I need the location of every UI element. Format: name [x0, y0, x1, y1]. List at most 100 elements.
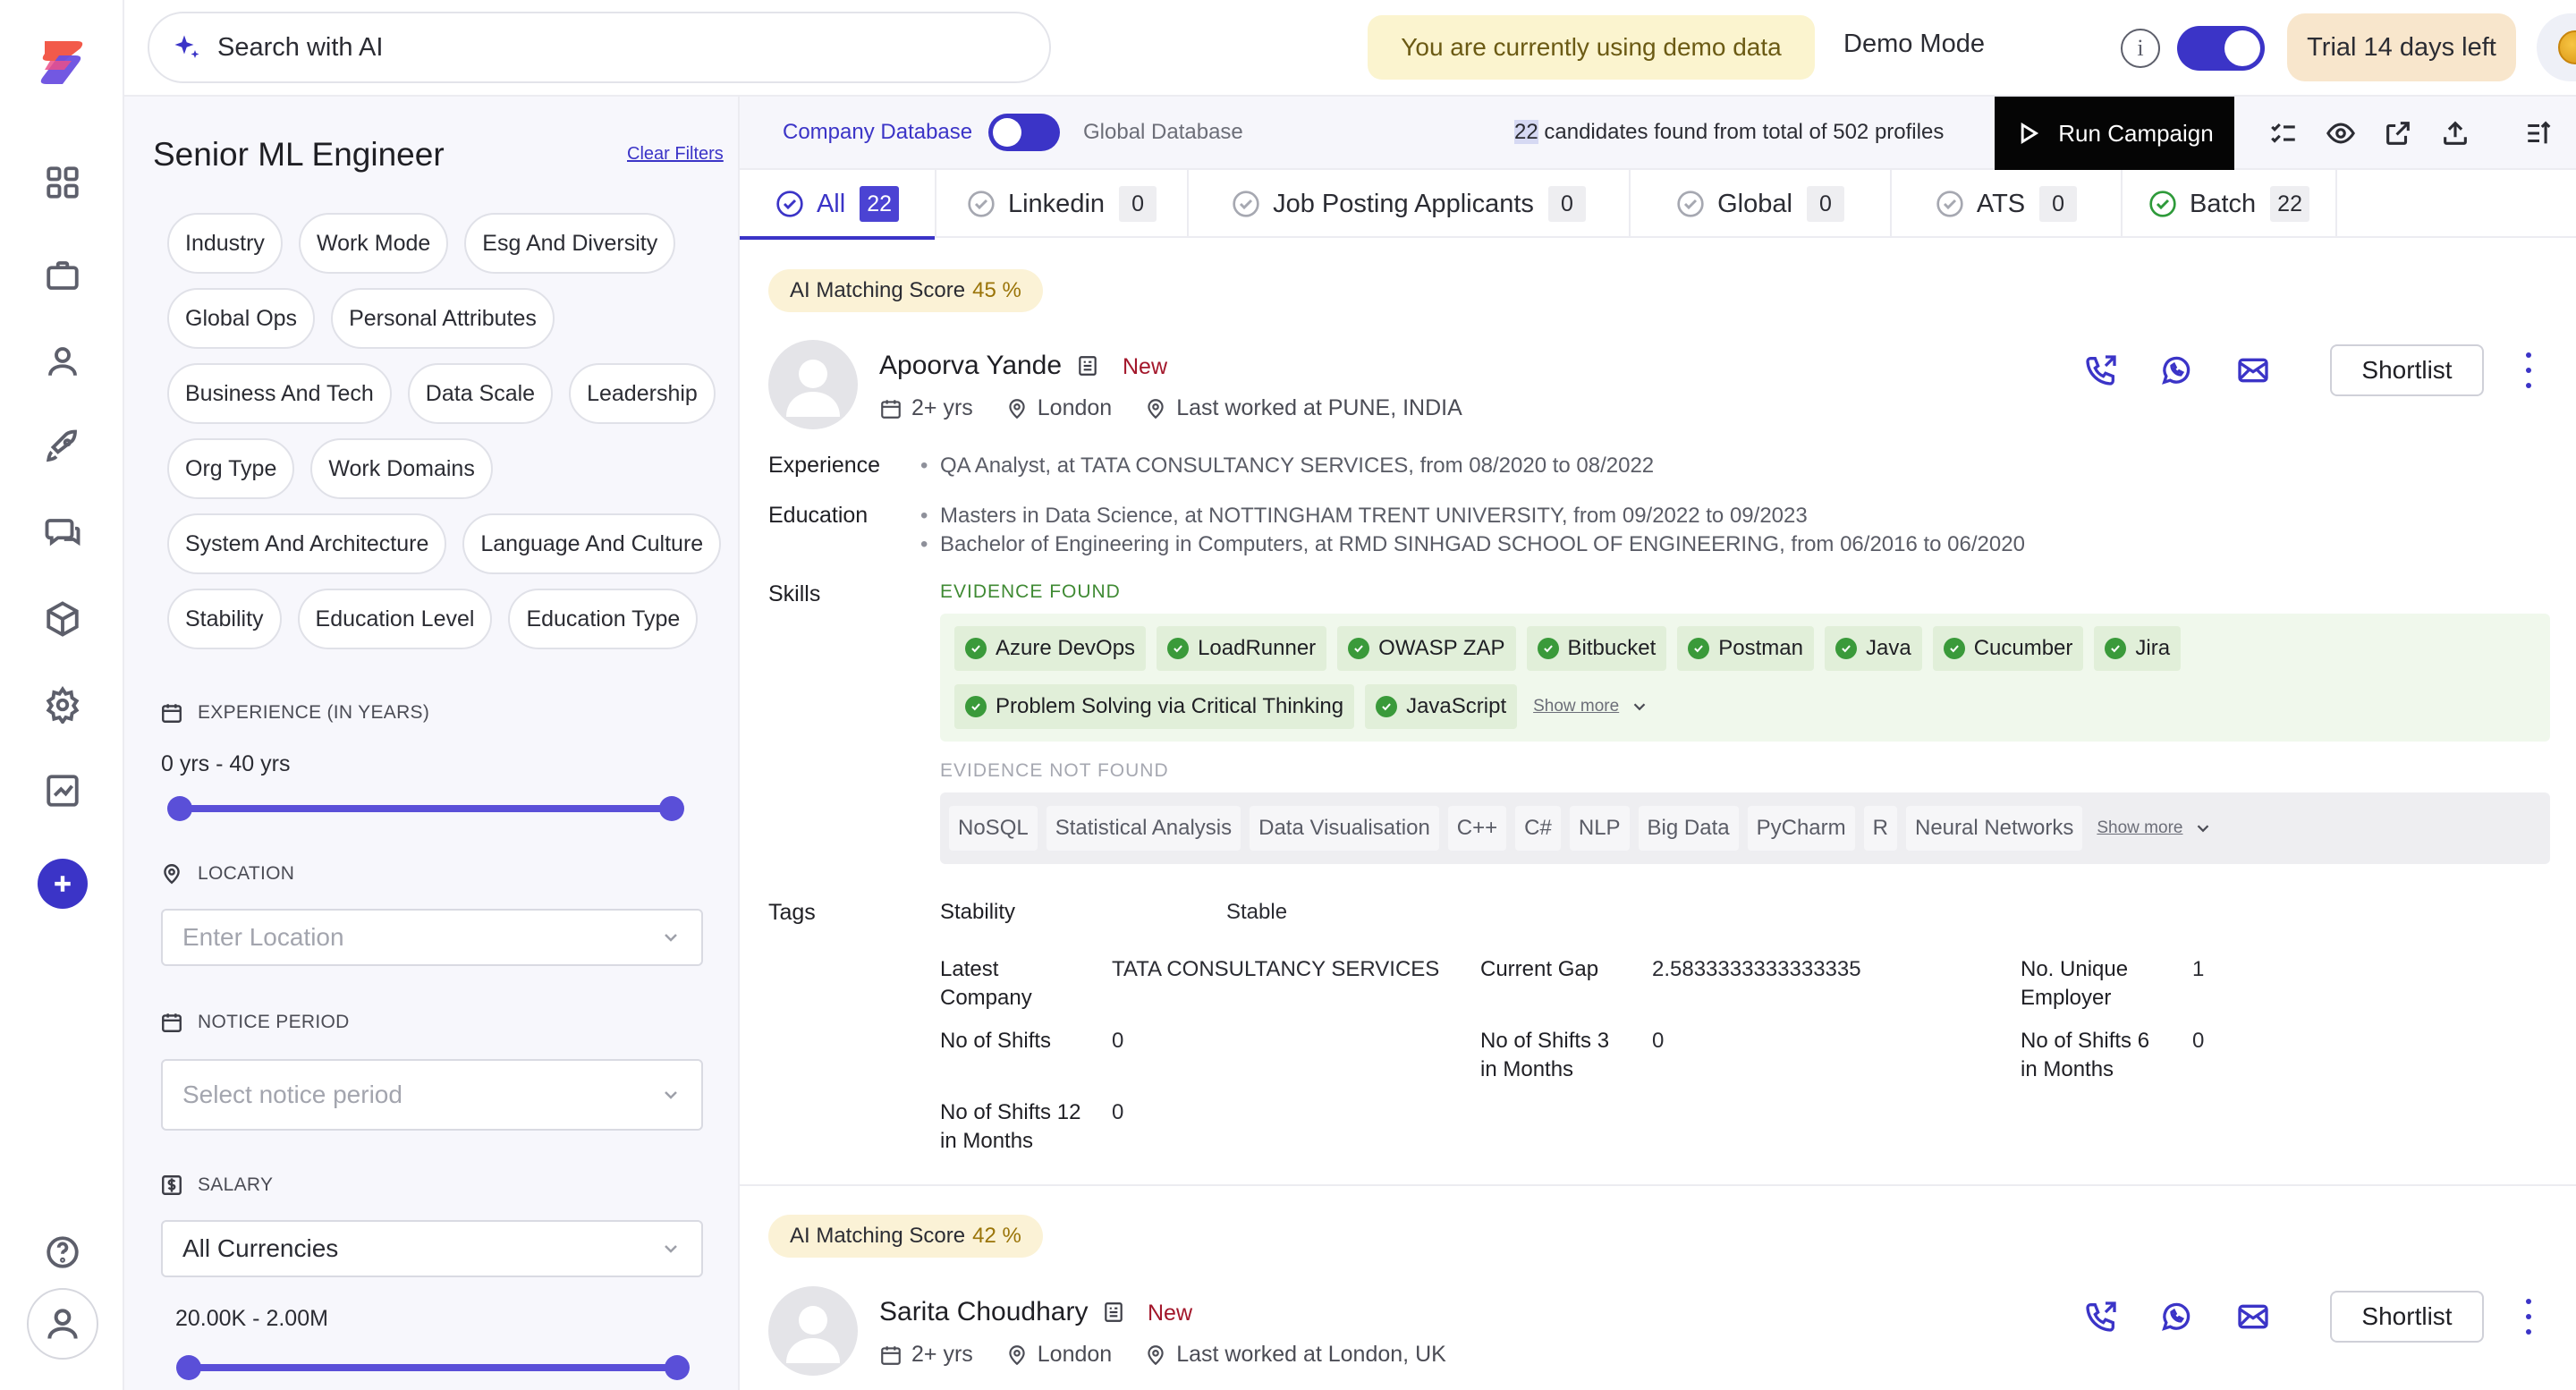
evidence-not-found-heading: EVIDENCE NOT FOUND: [940, 760, 1169, 781]
filter-chip[interactable]: Education Type: [508, 589, 699, 649]
show-more-not-found-link[interactable]: Show more: [2091, 818, 2213, 838]
experience-max-handle[interactable]: [659, 796, 684, 821]
location-pin-icon: [1009, 398, 1025, 419]
sort-icon[interactable]: [2521, 115, 2557, 151]
app-logo[interactable]: [32, 36, 91, 89]
chevron-down-icon: [665, 1091, 677, 1099]
filter-chip[interactable]: Data Scale: [407, 363, 554, 424]
filter-chip[interactable]: Esg And Diversity: [464, 213, 676, 274]
tab-ats[interactable]: ATS 0: [1892, 170, 2123, 238]
filter-chip[interactable]: Business And Tech: [167, 363, 392, 424]
tag-shifts6-value: 0: [2192, 1029, 2205, 1053]
filters-panel: Senior ML Engineer Clear Filters Industr…: [124, 97, 740, 1390]
check-icon: [1835, 638, 1857, 659]
filter-chip[interactable]: Industry: [167, 213, 283, 274]
filter-chip[interactable]: System And Architecture: [167, 513, 447, 574]
filter-chip[interactable]: Global Ops: [167, 288, 316, 349]
more-options-icon[interactable]: [2520, 352, 2538, 388]
notice-period-select[interactable]: Select notice period: [161, 1059, 703, 1131]
user-icon[interactable]: [39, 338, 86, 385]
call-icon[interactable]: [2081, 351, 2121, 390]
shortlist-button[interactable]: Shortlist: [2330, 344, 2484, 396]
skill-not-found-chip: R: [1863, 806, 1897, 851]
gear-icon[interactable]: [39, 682, 86, 728]
filter-chip[interactable]: Work Mode: [298, 213, 449, 274]
job-title: Senior ML Engineer: [153, 136, 445, 173]
chevron-down-icon: [2198, 825, 2209, 833]
skill-found-chip: LoadRunner: [1157, 626, 1327, 671]
trial-badge[interactable]: Trial 14 days left: [2287, 13, 2516, 81]
tab-job-posting-applicants[interactable]: Job Posting Applicants 0: [1189, 170, 1631, 238]
info-icon[interactable]: i: [2121, 29, 2160, 68]
email-icon[interactable]: [2233, 1297, 2273, 1336]
candidate-meta: 2+ yrs London Last worked at London, UK: [879, 1342, 1479, 1368]
external-link-icon[interactable]: [2380, 115, 2416, 151]
checklist-icon[interactable]: [2266, 115, 2301, 151]
calendar-icon: [162, 704, 182, 723]
tag-current-gap-value: 2.5833333333333335: [1652, 957, 1861, 981]
filter-chip[interactable]: Work Domains: [310, 438, 493, 499]
experience-min-handle[interactable]: [167, 796, 192, 821]
filter-chip[interactable]: Org Type: [167, 438, 295, 499]
location-select[interactable]: Enter Location: [161, 909, 703, 966]
profile-avatar[interactable]: [27, 1288, 98, 1360]
demo-mode-toggle[interactable]: [2177, 26, 2265, 71]
show-more-found-link[interactable]: Show more: [1528, 684, 1649, 729]
chat-icon[interactable]: [39, 510, 86, 556]
resume-icon[interactable]: [1076, 354, 1099, 377]
tag-unique-employer-key: No. Unique Employer: [2021, 957, 2129, 1010]
filter-chip[interactable]: Language And Culture: [462, 513, 722, 574]
clear-filters-link[interactable]: Clear Filters: [627, 144, 724, 165]
education-item: Masters in Data Science, at NOTTINGHAM T…: [920, 504, 1808, 529]
filter-chip[interactable]: Personal Attributes: [331, 288, 555, 349]
ai-matching-score: AI Matching Score 42 %: [768, 1215, 1043, 1258]
resume-icon[interactable]: [1102, 1301, 1125, 1324]
candidate-name[interactable]: Sarita Choudhary: [879, 1297, 1125, 1327]
experience-slider[interactable]: [167, 796, 684, 821]
filter-chip[interactable]: Stability: [167, 589, 282, 649]
filter-chip[interactable]: Education Level: [297, 589, 493, 649]
analytics-icon[interactable]: [39, 767, 86, 814]
location-pin-icon: [1148, 1344, 1164, 1365]
cube-icon[interactable]: [39, 596, 86, 642]
skill-not-found-chip: C++: [1447, 806, 1507, 851]
whatsapp-icon[interactable]: [2157, 351, 2196, 390]
briefcase-icon[interactable]: [39, 252, 86, 299]
whatsapp-icon[interactable]: [2157, 1297, 2196, 1336]
run-campaign-button[interactable]: Run Campaign: [1995, 97, 2234, 170]
credits-badge[interactable]: 100: [2537, 13, 2576, 81]
help-icon[interactable]: [39, 1229, 86, 1276]
company-database-label[interactable]: Company Database: [783, 120, 972, 145]
skill-found-chip: Azure DevOps: [954, 626, 1147, 671]
salary-min-handle[interactable]: [176, 1355, 201, 1380]
check-icon: [1943, 638, 1965, 659]
more-options-icon[interactable]: [2520, 1299, 2538, 1335]
filter-chip[interactable]: Leadership: [569, 363, 716, 424]
check-icon: [965, 696, 987, 717]
check-icon: [965, 638, 987, 659]
upload-icon[interactable]: [2437, 115, 2473, 151]
eye-icon[interactable]: [2323, 115, 2359, 151]
check-icon: [1376, 696, 1398, 717]
salary-max-handle[interactable]: [665, 1355, 690, 1380]
new-badge: New: [1148, 1301, 1193, 1326]
tag-shifts12-key: No of Shifts 12 in Months: [940, 1100, 1081, 1153]
add-button[interactable]: [38, 859, 88, 909]
dashboard-icon[interactable]: [39, 159, 86, 206]
tab-batch[interactable]: Batch 22: [2123, 170, 2337, 238]
global-database-label[interactable]: Global Database: [1083, 120, 1243, 145]
call-icon[interactable]: [2081, 1297, 2121, 1336]
currency-select[interactable]: All Currencies: [161, 1220, 703, 1277]
rocket-icon[interactable]: [39, 424, 86, 470]
tab-linkedin[interactable]: Linkedin 0: [936, 170, 1189, 238]
candidate-name[interactable]: Apoorva Yande: [879, 351, 1099, 381]
tab-all[interactable]: All 22: [740, 170, 936, 240]
tab-global[interactable]: Global 0: [1631, 170, 1892, 238]
ai-search-input[interactable]: Search with AI: [148, 12, 1051, 83]
candidate-meta: 2+ yrs London Last worked at PUNE, INDIA: [879, 395, 1495, 421]
database-toggle[interactable]: [988, 114, 1060, 151]
email-icon[interactable]: [2233, 351, 2273, 390]
check-circle-icon: [1677, 191, 1704, 217]
shortlist-button[interactable]: Shortlist: [2330, 1291, 2484, 1343]
salary-slider[interactable]: [176, 1355, 690, 1380]
